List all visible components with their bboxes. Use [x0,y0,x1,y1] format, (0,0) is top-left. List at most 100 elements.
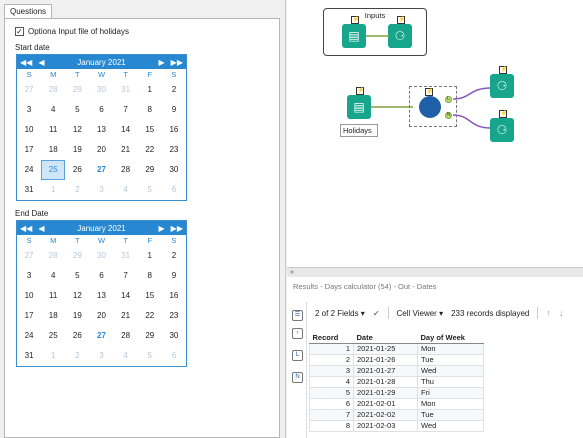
table-row[interactable]: 8 2021-02-03 Wed [309,419,484,432]
workflow-canvas[interactable]: Inputs ▤ ⚡ ⚆ ⚡ ▤ ⚡ Holidays ⚡ L N ⚆ ⚡ ⚆ … [287,0,583,267]
calendar-day[interactable]: 15 [138,120,162,140]
calendar-day[interactable]: 30 [162,160,186,180]
calendar-day[interactable]: 26 [65,326,89,346]
calendar-day[interactable]: 31 [17,180,41,200]
table-cell[interactable]: 4 [309,375,354,388]
table-row[interactable]: 3 2021-01-27 Wed [309,364,484,377]
browse-tool-icon[interactable]: ⚆ [490,74,514,98]
tab-questions[interactable]: Questions [4,4,53,19]
prev-year-icon[interactable]: ◀◀ [20,58,32,67]
start-date-calendar[interactable]: ◀◀ ◀ January 2021 ▶ ▶▶ SMTWTFS 27 28 29 30 3… [16,54,187,201]
calendar-day[interactable]: 3 [17,100,41,120]
table-cell[interactable]: 2021-01-25 [353,342,418,355]
calendar-day[interactable]: 29 [138,160,162,180]
calendar-day[interactable]: 20 [89,306,113,326]
calendar-month-title[interactable]: January 2021 [77,224,125,233]
calendar-day[interactable]: 24 [17,326,41,346]
calendar-day[interactable]: 28 [114,160,138,180]
table-row[interactable]: 7 2021-02-02 Tue [309,408,484,421]
macro-input-holidays-icon[interactable]: ▤ [347,95,371,119]
table-cell[interactable]: Wed [417,364,484,377]
calendar-day[interactable]: 23 [162,140,186,160]
table-cell[interactable]: Tue [417,353,484,366]
table-cell[interactable]: 2021-01-26 [353,353,418,366]
table-cell[interactable]: 2 [309,353,354,366]
cell-viewer-dropdown[interactable]: Cell Viewer ▾ [397,309,444,318]
table-cell[interactable]: Mon [417,342,484,355]
calendar-day[interactable]: 18 [41,306,65,326]
holidays-checkbox[interactable]: ✓ [15,27,24,36]
calendar-day[interactable]: 13 [89,120,113,140]
table-cell[interactable]: 5 [309,386,354,399]
calendar-day[interactable]: 5 [65,100,89,120]
calendar-day[interactable]: 15 [138,286,162,306]
table-cell[interactable]: 6 [309,397,354,410]
arrow-up-icon[interactable]: ↑ [546,308,551,318]
table-cell[interactable]: 2021-02-01 [353,397,418,410]
calendar-day[interactable]: 30 [89,246,113,266]
calendar-day[interactable]: 30 [89,80,113,100]
calendar-day[interactable]: 6 [162,180,186,200]
calendar-day[interactable]: 9 [162,266,186,286]
anchor-n-icon[interactable]: N [292,372,303,383]
holidays-checkbox-row[interactable]: ✓ Optiona Input file of holidays [15,27,129,36]
calendar-day[interactable]: 1 [138,80,162,100]
calendar-day[interactable]: 4 [41,266,65,286]
table-cell[interactable]: 7 [309,408,354,421]
calendar-day[interactable]: 28 [41,246,65,266]
calendar-day[interactable]: 5 [65,266,89,286]
calendar-day[interactable]: 18 [41,140,65,160]
table-cell[interactable]: 3 [309,364,354,377]
table-row[interactable]: 2 2021-01-26 Tue [309,353,484,366]
next-month-icon[interactable]: ▶ [159,58,165,67]
calendar-day[interactable]: 27 [89,326,113,346]
calendar-day[interactable]: 19 [65,140,89,160]
calendar-day[interactable]: 17 [17,306,41,326]
anchor-i-icon[interactable]: › [292,328,303,339]
next-month-icon[interactable]: ▶ [159,224,165,233]
calendar-day[interactable]: 29 [138,326,162,346]
fields-dropdown[interactable]: 2 of 2 Fields ▾ [315,309,365,318]
calendar-day[interactable]: 7 [114,100,138,120]
calendar-day[interactable]: 17 [17,140,41,160]
calendar-day[interactable]: 29 [65,80,89,100]
calendar-day[interactable]: 4 [114,180,138,200]
calendar-day[interactable]: 27 [17,80,41,100]
calendar-day[interactable]: 12 [65,120,89,140]
anchor-l-icon[interactable]: L [292,350,303,361]
calendar-day[interactable]: 6 [162,346,186,366]
prev-month-icon[interactable]: ◀ [38,58,44,67]
calendar-day[interactable]: 5 [138,346,162,366]
macro-input-tool-icon[interactable]: ▤ [342,24,366,48]
calendar-day[interactable]: 22 [138,306,162,326]
calendar-day[interactable]: 30 [162,326,186,346]
column-header[interactable]: Day of Week [417,332,484,344]
calendar-day[interactable]: 29 [65,246,89,266]
calendar-day[interactable]: 22 [138,140,162,160]
calendar-day[interactable]: 27 [89,160,113,180]
calendar-day[interactable]: 1 [41,346,65,366]
table-cell[interactable]: 2021-01-29 [353,386,418,399]
calendar-day[interactable]: 3 [89,180,113,200]
calendar-day[interactable]: 2 [65,180,89,200]
calendar-day[interactable]: 2 [162,246,186,266]
next-year-icon[interactable]: ▶▶ [171,224,183,233]
end-date-calendar[interactable]: ◀◀ ◀ January 2021 ▶ ▶▶ SMTWTFS 27 28 29 30 3… [16,220,187,367]
column-header[interactable]: Date [353,332,418,344]
table-row[interactable]: 6 2021-02-01 Mon [309,397,484,410]
apply-check-icon[interactable]: ✔ [373,309,380,318]
calendar-day[interactable]: 12 [65,286,89,306]
calendar-day[interactable]: 2 [65,346,89,366]
calendar-day[interactable]: 3 [17,266,41,286]
calendar-day[interactable]: 16 [162,286,186,306]
calendar-day[interactable]: 1 [41,180,65,200]
calendar-day[interactable]: 21 [114,306,138,326]
calendar-day[interactable]: 14 [114,286,138,306]
table-row[interactable]: 4 2021-01-28 Thu [309,375,484,388]
calendar-month-title[interactable]: January 2021 [77,58,125,67]
calendar-day[interactable]: 8 [138,266,162,286]
calendar-day[interactable]: 27 [17,246,41,266]
table-cell[interactable]: Wed [417,419,484,432]
table-cell[interactable]: Tue [417,408,484,421]
calendar-day[interactable]: 6 [89,266,113,286]
